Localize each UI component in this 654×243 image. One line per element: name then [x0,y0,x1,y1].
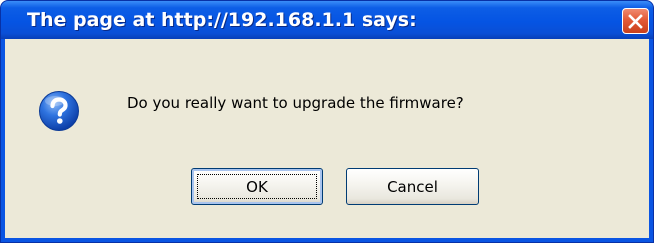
alert-dialog: The page at http://192.168.1.1 says: Do … [0,0,654,243]
dialog-title: The page at http://192.168.1.1 says: [27,9,417,31]
title-bar[interactable]: The page at http://192.168.1.1 says: [1,1,653,39]
close-button[interactable] [622,8,649,34]
cancel-button-label: Cancel [387,177,438,196]
ok-button[interactable]: OK [191,168,323,205]
dialog-message: Do you really want to upgrade the firmwa… [127,94,464,112]
dialog-body: Do you really want to upgrade the firmwa… [5,39,649,238]
close-icon [628,13,643,29]
focus-ring [197,174,317,199]
cancel-button[interactable]: Cancel [346,168,479,205]
question-icon [39,91,79,131]
